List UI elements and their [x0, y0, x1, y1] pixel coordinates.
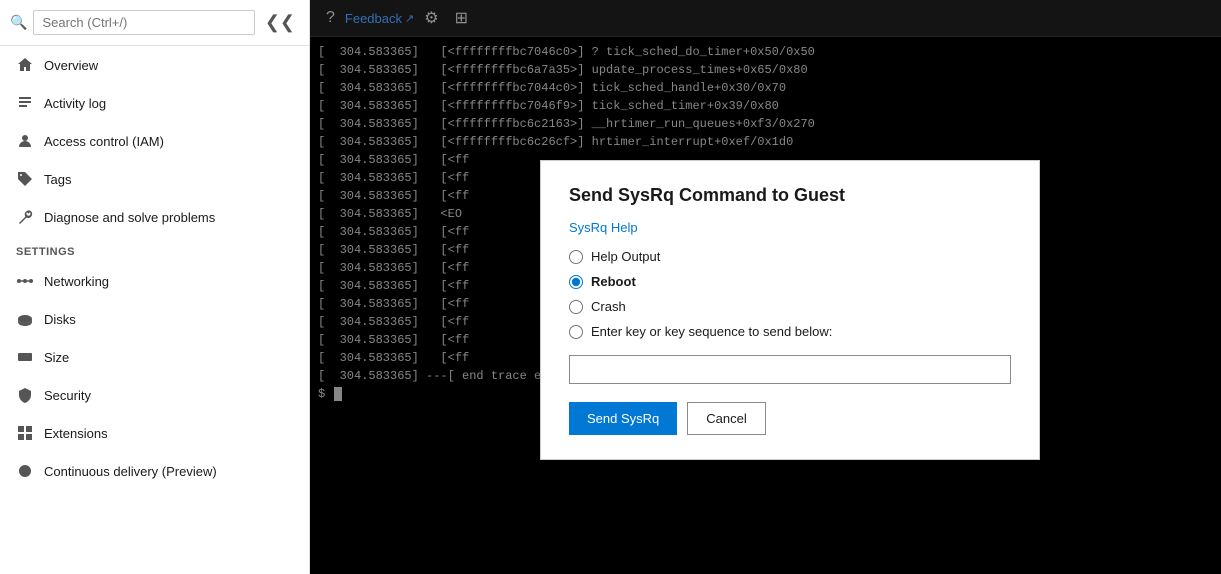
radio-help-output-input[interactable]	[569, 250, 583, 264]
sidebar-label-disks: Disks	[44, 312, 76, 327]
search-input[interactable]	[33, 10, 254, 35]
disk-icon	[16, 310, 34, 328]
modal-title: Send SysRq Command to Guest	[569, 185, 1011, 206]
delivery-icon	[16, 462, 34, 480]
wrench-icon	[16, 208, 34, 226]
sidebar-label-security: Security	[44, 388, 91, 403]
send-sysrq-button[interactable]: Send SysRq	[569, 402, 677, 435]
sidebar-item-activity-log[interactable]: Activity log	[0, 84, 309, 122]
sidebar-nav: Overview Activity log Access control (IA…	[0, 46, 309, 574]
radio-crash[interactable]: Crash	[569, 299, 1011, 314]
modal-overlay: Send SysRq Command to Guest SysRq Help H…	[310, 0, 1221, 574]
sidebar-label-diagnose: Diagnose and solve problems	[44, 210, 215, 225]
radio-reboot[interactable]: Reboot	[569, 274, 1011, 289]
sidebar-item-networking[interactable]: Networking	[0, 262, 309, 300]
network-icon	[16, 272, 34, 290]
settings-section-label: Settings	[0, 236, 309, 262]
sidebar-label-access-control: Access control (IAM)	[44, 134, 164, 149]
home-icon	[16, 56, 34, 74]
sidebar-item-disks[interactable]: Disks	[0, 300, 309, 338]
sidebar-item-access-control[interactable]: Access control (IAM)	[0, 122, 309, 160]
sysrq-modal: Send SysRq Command to Guest SysRq Help H…	[540, 160, 1040, 460]
size-icon	[16, 348, 34, 366]
sidebar-label-size: Size	[44, 350, 69, 365]
sidebar-label-activity-log: Activity log	[44, 96, 106, 111]
sidebar-item-tags[interactable]: Tags	[0, 160, 309, 198]
sidebar-label-extensions: Extensions	[44, 426, 108, 441]
radio-group: Help Output Reboot Crash Enter key or ke…	[569, 249, 1011, 339]
sidebar-item-security[interactable]: Security	[0, 376, 309, 414]
key-sequence-input[interactable]	[569, 355, 1011, 384]
collapse-sidebar-button[interactable]: ❮❮	[261, 8, 299, 37]
sysrq-help-link[interactable]: SysRq Help	[569, 220, 1011, 235]
tag-icon	[16, 170, 34, 188]
radio-reboot-input[interactable]	[569, 275, 583, 289]
main-area: ? Feedback ↗ ⚙ ⊞ [ 304.583365] [<fffffff…	[310, 0, 1221, 574]
sidebar-label-continuous-delivery: Continuous delivery (Preview)	[44, 464, 217, 479]
sidebar: 🔍 ❮❮ Overview Activity log Access contro…	[0, 0, 310, 574]
sidebar-item-continuous-delivery[interactable]: Continuous delivery (Preview)	[0, 452, 309, 490]
radio-key-sequence[interactable]: Enter key or key sequence to send below:	[569, 324, 1011, 339]
modal-buttons: Send SysRq Cancel	[569, 402, 1011, 435]
radio-crash-label: Crash	[591, 299, 626, 314]
sidebar-label-networking: Networking	[44, 274, 109, 289]
sidebar-label-overview: Overview	[44, 58, 98, 73]
radio-crash-input[interactable]	[569, 300, 583, 314]
radio-key-sequence-input[interactable]	[569, 325, 583, 339]
sidebar-label-tags: Tags	[44, 172, 71, 187]
log-icon	[16, 94, 34, 112]
person-icon	[16, 132, 34, 150]
sidebar-item-extensions[interactable]: Extensions	[0, 414, 309, 452]
cancel-button[interactable]: Cancel	[687, 402, 765, 435]
security-icon	[16, 386, 34, 404]
sidebar-item-size[interactable]: Size	[0, 338, 309, 376]
radio-reboot-label: Reboot	[591, 274, 636, 289]
sidebar-item-diagnose[interactable]: Diagnose and solve problems	[0, 198, 309, 236]
radio-help-output-label: Help Output	[591, 249, 660, 264]
search-icon: 🔍	[10, 14, 27, 31]
radio-key-sequence-label: Enter key or key sequence to send below:	[591, 324, 832, 339]
extension-icon	[16, 424, 34, 442]
sidebar-item-overview[interactable]: Overview	[0, 46, 309, 84]
radio-help-output[interactable]: Help Output	[569, 249, 1011, 264]
sidebar-search-area: 🔍 ❮❮	[0, 0, 309, 46]
